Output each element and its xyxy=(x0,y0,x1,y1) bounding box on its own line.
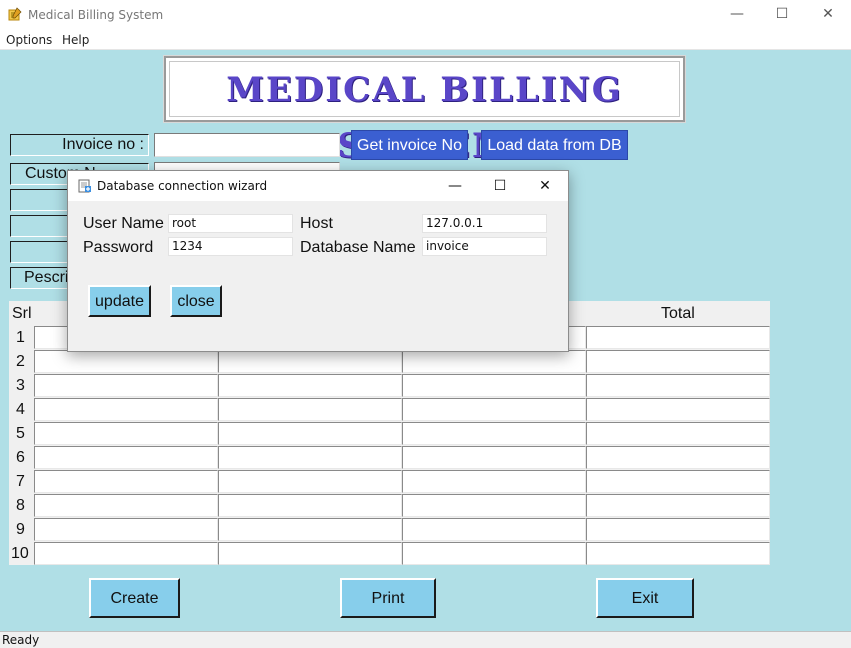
password-input[interactable]: 1234 xyxy=(168,237,293,256)
table-cell-input[interactable] xyxy=(218,350,402,373)
table-cell-input[interactable] xyxy=(34,350,218,373)
row-number: 2 xyxy=(16,353,25,370)
table-cell-input[interactable] xyxy=(218,398,402,421)
table-cell-input[interactable] xyxy=(586,374,770,397)
dialog-title: Database connection wizard xyxy=(97,179,268,193)
table-cell-input[interactable] xyxy=(402,470,586,493)
close-window-button[interactable]: ✕ xyxy=(805,0,851,30)
minimize-button[interactable]: — xyxy=(714,0,760,30)
print-button[interactable]: Print xyxy=(340,578,436,618)
row-number: 10 xyxy=(11,545,29,562)
update-button[interactable]: update xyxy=(88,285,151,317)
exit-button[interactable]: Exit xyxy=(596,578,694,618)
get-invoice-button[interactable]: Get invoice No xyxy=(351,130,468,160)
table-cell-input[interactable] xyxy=(586,542,770,565)
row-number: 8 xyxy=(16,497,25,514)
database-name-label: Database Name xyxy=(300,239,416,256)
table-cell-input[interactable] xyxy=(218,446,402,469)
status-bar: Ready xyxy=(0,631,851,648)
table-cell-input[interactable] xyxy=(586,422,770,445)
invoice-no-label: Invoice no : xyxy=(10,134,149,156)
window-title: Medical Billing System xyxy=(28,8,164,22)
host-label: Host xyxy=(300,215,333,232)
password-label: Password xyxy=(83,239,154,256)
database-name-input[interactable]: invoice xyxy=(422,237,547,256)
dialog-close-button[interactable]: ✕ xyxy=(522,171,568,201)
user-name-input[interactable]: root xyxy=(168,214,293,233)
notepad-icon xyxy=(8,7,22,21)
table-cell-input[interactable] xyxy=(34,518,218,541)
table-cell-input[interactable] xyxy=(34,494,218,517)
menu-bar: Options Help xyxy=(0,30,851,50)
row-number: 7 xyxy=(16,473,25,490)
row-number: 4 xyxy=(16,401,25,418)
user-name-label: User Name xyxy=(83,215,164,232)
table-cell-input[interactable] xyxy=(402,494,586,517)
table-cell-input[interactable] xyxy=(34,470,218,493)
table-cell-input[interactable] xyxy=(218,542,402,565)
table-cell-input[interactable] xyxy=(586,494,770,517)
srl-header: Srl xyxy=(12,305,32,322)
dialog-minimize-button[interactable]: — xyxy=(432,171,478,201)
menu-help[interactable]: Help xyxy=(62,33,89,47)
database-wizard-icon xyxy=(78,179,91,193)
table-cell-input[interactable] xyxy=(586,398,770,421)
title-bar: Medical Billing System — ☐ ✕ xyxy=(0,0,851,30)
table-cell-input[interactable] xyxy=(218,374,402,397)
table-cell-input[interactable] xyxy=(34,542,218,565)
total-header: Total xyxy=(661,305,695,322)
table-cell-input[interactable] xyxy=(218,518,402,541)
banner-frame: MEDICAL BILLING SYSTEM xyxy=(169,61,680,166)
load-data-button[interactable]: Load data from DB xyxy=(481,130,628,160)
table-cell-input[interactable] xyxy=(586,518,770,541)
dialog-maximize-button[interactable]: ☐ xyxy=(477,171,523,201)
table-cell-input[interactable] xyxy=(402,518,586,541)
maximize-button[interactable]: ☐ xyxy=(759,0,805,30)
table-cell-input[interactable] xyxy=(586,350,770,373)
table-cell-input[interactable] xyxy=(34,422,218,445)
database-connection-dialog: Database connection wizard — ☐ ✕ User Na… xyxy=(67,170,569,352)
table-cell-input[interactable] xyxy=(402,542,586,565)
dialog-close-action-button[interactable]: close xyxy=(170,285,222,317)
table-cell-input[interactable] xyxy=(586,470,770,493)
table-cell-input[interactable] xyxy=(402,374,586,397)
row-number: 5 xyxy=(16,425,25,442)
table-cell-input[interactable] xyxy=(586,446,770,469)
table-cell-input[interactable] xyxy=(402,446,586,469)
row-number: 9 xyxy=(16,521,25,538)
table-cell-input[interactable] xyxy=(402,350,586,373)
dialog-title-bar: Database connection wizard — ☐ ✕ xyxy=(68,171,568,201)
menu-options[interactable]: Options xyxy=(6,33,52,47)
table-cell-input[interactable] xyxy=(218,470,402,493)
table-cell-input[interactable] xyxy=(34,446,218,469)
table-cell-input[interactable] xyxy=(218,494,402,517)
row-number: 3 xyxy=(16,377,25,394)
row-number: 6 xyxy=(16,449,25,466)
table-cell-input[interactable] xyxy=(34,398,218,421)
host-input[interactable]: 127.0.0.1 xyxy=(422,214,547,233)
table-cell-input[interactable] xyxy=(402,422,586,445)
table-cell-input[interactable] xyxy=(218,422,402,445)
row-number: 1 xyxy=(16,329,25,346)
title-banner: MEDICAL BILLING SYSTEM xyxy=(163,55,686,166)
invoice-no-input[interactable] xyxy=(154,133,340,157)
create-button[interactable]: Create xyxy=(89,578,180,618)
table-cell-input[interactable] xyxy=(34,374,218,397)
table-cell-input[interactable] xyxy=(402,398,586,421)
table-cell-input[interactable] xyxy=(586,326,770,349)
